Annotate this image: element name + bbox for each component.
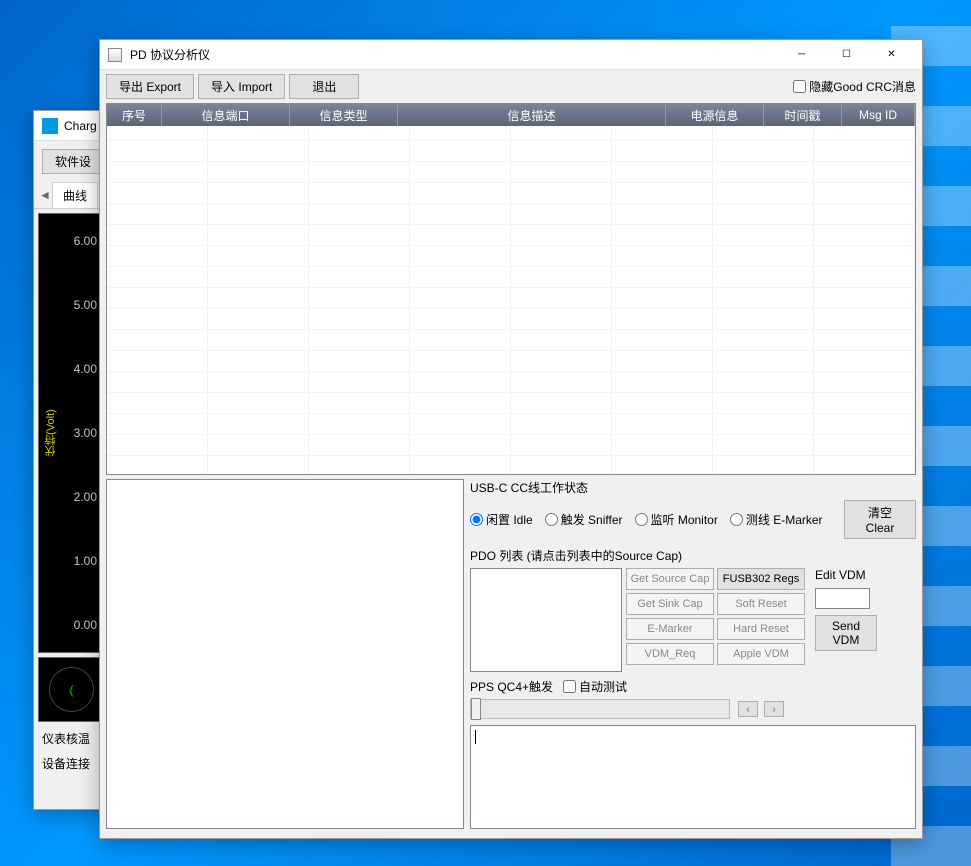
message-table[interactable]: 序号 信息端口 信息类型 信息描述 电源信息 时间戳 Msg ID [106, 103, 916, 475]
col-type[interactable]: 信息类型 [290, 104, 398, 126]
bg-chart-ylabel: 伏特(Volt) [43, 409, 59, 457]
radio-sniffer[interactable]: 触发 Sniffer [545, 511, 623, 528]
text-cursor [475, 730, 476, 744]
detail-panel[interactable] [106, 479, 464, 829]
radio-emarker[interactable]: 测线 E-Marker [730, 511, 823, 528]
maximize-button[interactable]: ☐ [824, 41, 869, 69]
auto-test-checkbox[interactable]: 自动测试 [563, 678, 627, 695]
get-source-cap-button[interactable]: Get Source Cap [626, 568, 714, 590]
bg-tab-prev[interactable]: ◄ [38, 188, 52, 202]
bg-title: Charg [64, 119, 97, 133]
hide-goodcrc-label: 隐藏Good CRC消息 [809, 78, 916, 95]
titlebar[interactable]: PD 协议分析仪 ─ ☐ ✕ [100, 40, 922, 70]
pps-slider-thumb[interactable] [471, 698, 481, 720]
hide-goodcrc-input[interactable] [793, 80, 806, 93]
bg-tab-curve[interactable]: 曲线 [52, 182, 98, 208]
col-time[interactable]: 时间戳 [764, 104, 842, 126]
bg-app-icon [42, 118, 58, 134]
cc-mode-radio-group: 闲置 Idle 触发 Sniffer 监听 Monitor 测线 E-Marke… [470, 511, 838, 528]
window-title: PD 协议分析仪 [130, 46, 779, 63]
radio-monitor[interactable]: 监听 Monitor [635, 511, 718, 528]
toolbar: 导出 Export 导入 Import 退出 隐藏Good CRC消息 [100, 70, 922, 103]
pps-label: PPS QC4+触发 [470, 678, 553, 695]
col-msgid[interactable]: Msg ID [842, 104, 915, 126]
send-vdm-button[interactable]: Send VDM [815, 615, 877, 651]
minimize-button[interactable]: ─ [779, 41, 824, 69]
export-button[interactable]: 导出 Export [106, 74, 194, 99]
table-header-row: 序号 信息端口 信息类型 信息描述 电源信息 时间戳 Msg ID [107, 104, 915, 126]
exit-button[interactable]: 退出 [289, 74, 359, 99]
col-seq[interactable]: 序号 [107, 104, 162, 126]
get-sink-cap-button[interactable]: Get Sink Cap [626, 593, 714, 615]
pps-decrement-button[interactable]: ‹ [738, 701, 758, 717]
fusb302-regs-button[interactable]: FUSB302 Regs [717, 568, 805, 590]
col-desc[interactable]: 信息描述 [398, 104, 666, 126]
col-power[interactable]: 电源信息 [666, 104, 764, 126]
bg-chart-yticks: 6.00 5.00 4.00 3.00 2.00 1.00 0.00 [67, 234, 97, 632]
e-marker-button[interactable]: E-Marker [626, 618, 714, 640]
hide-goodcrc-checkbox[interactable]: 隐藏Good CRC消息 [793, 78, 916, 95]
pdo-listbox[interactable] [470, 568, 622, 672]
table-body[interactable] [107, 126, 915, 475]
pps-slider[interactable] [470, 699, 730, 719]
apple-vdm-button[interactable]: Apple VDM [717, 643, 805, 665]
radio-idle[interactable]: 闲置 Idle [470, 511, 533, 528]
main-window: PD 协议分析仪 ─ ☐ ✕ 导出 Export 导入 Import 退出 隐藏… [99, 39, 923, 839]
cc-status-label: USB-C CC线工作状态 [470, 479, 916, 496]
bg-software-settings-button[interactable]: 软件设 [42, 149, 104, 174]
edit-vdm-label: Edit VDM [815, 568, 877, 582]
soft-reset-button[interactable]: Soft Reset [717, 593, 805, 615]
col-port[interactable]: 信息端口 [162, 104, 290, 126]
hard-reset-button[interactable]: Hard Reset [717, 618, 805, 640]
vdm-input[interactable] [815, 588, 870, 609]
pps-increment-button[interactable]: › [764, 701, 784, 717]
log-textarea[interactable] [470, 725, 916, 829]
clear-button[interactable]: 清空 Clear [844, 500, 916, 539]
import-button[interactable]: 导入 Import [198, 74, 285, 99]
app-icon [108, 48, 122, 62]
close-button[interactable]: ✕ [869, 41, 914, 69]
pdo-list-label: PDO 列表 (请点击列表中的Source Cap) [470, 547, 916, 564]
vdm-req-button[interactable]: VDM_Req [626, 643, 714, 665]
bg-gauge-icon: ( [49, 667, 94, 712]
